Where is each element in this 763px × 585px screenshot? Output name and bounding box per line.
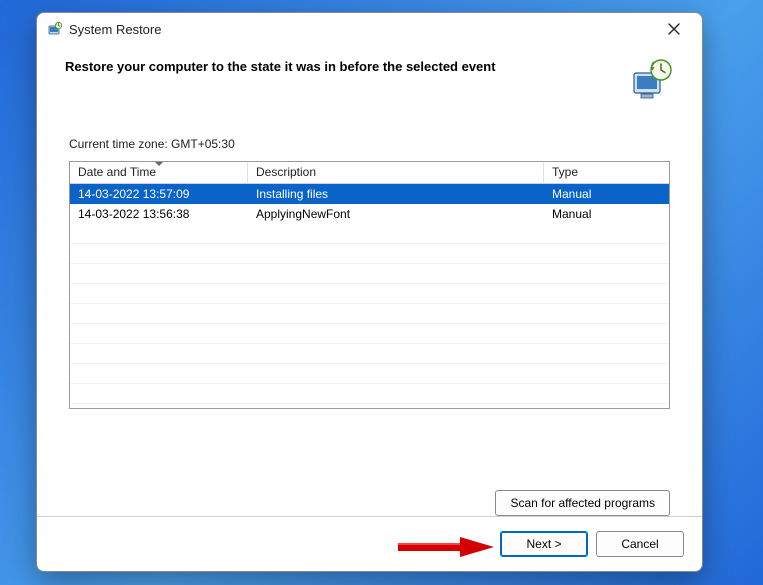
table-row[interactable]: 14-03-2022 13:56:38ApplyingNewFontManual [70, 204, 669, 224]
table-body: 14-03-2022 13:57:09Installing filesManua… [70, 184, 669, 408]
system-restore-large-icon [628, 57, 674, 103]
page-heading: Restore your computer to the state it wa… [65, 57, 628, 74]
next-button[interactable]: Next > [500, 531, 588, 557]
footer: Next > Cancel [37, 516, 702, 571]
cell-date: 14-03-2022 13:57:09 [70, 184, 248, 204]
content-area: Current time zone: GMT+05:30 Date and Ti… [37, 107, 702, 476]
column-header-type[interactable]: Type [544, 162, 669, 183]
system-restore-dialog: System Restore Restore your computer to … [36, 12, 703, 572]
cancel-button[interactable]: Cancel [596, 531, 684, 557]
cell-type: Manual [544, 184, 669, 204]
cell-type: Manual [544, 204, 669, 224]
system-restore-icon [47, 21, 63, 37]
column-header-description[interactable]: Description [248, 162, 544, 183]
window-title: System Restore [69, 22, 161, 37]
table-header[interactable]: Date and Time Description Type [70, 162, 669, 184]
scan-affected-programs-button[interactable]: Scan for affected programs [495, 490, 670, 516]
close-button[interactable] [656, 15, 692, 43]
header: Restore your computer to the state it wa… [37, 45, 702, 107]
scan-row: Scan for affected programs [37, 476, 702, 516]
cell-description: ApplyingNewFont [248, 204, 544, 224]
column-header-date[interactable]: Date and Time [70, 162, 248, 183]
timezone-label: Current time zone: GMT+05:30 [69, 137, 670, 151]
cell-date: 14-03-2022 13:56:38 [70, 204, 248, 224]
cell-description: Installing files [248, 184, 544, 204]
titlebar: System Restore [37, 13, 702, 45]
table-row[interactable]: 14-03-2022 13:57:09Installing filesManua… [70, 184, 669, 204]
restore-points-table[interactable]: Date and Time Description Type 14-03-202… [69, 161, 670, 409]
